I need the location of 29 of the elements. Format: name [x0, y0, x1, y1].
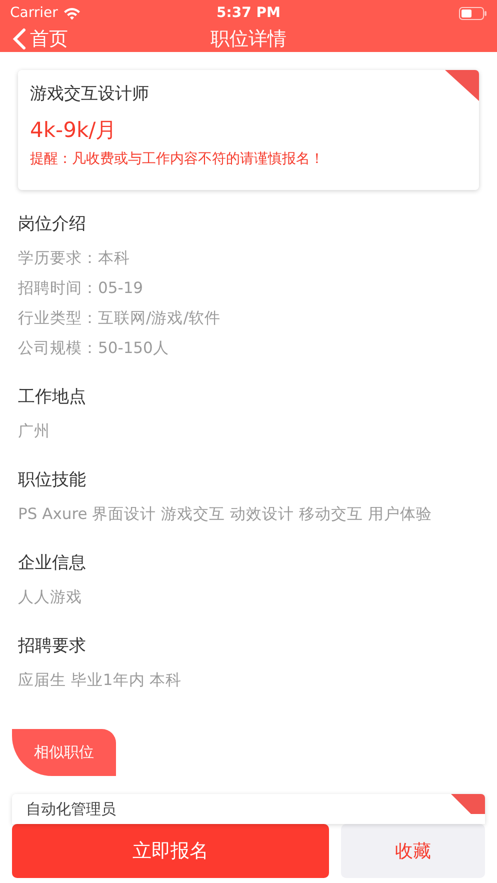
clock-time: 5:37 PM: [216, 5, 280, 21]
battery-icon: [459, 6, 487, 20]
back-button[interactable]: 首页: [12, 26, 68, 52]
corner-flag-icon: [451, 794, 485, 814]
page-title: 职位详情: [210, 27, 286, 52]
similar-job-card[interactable]: 自动化管理员: [12, 794, 485, 824]
detail-text: 公司规模：50-150人: [18, 338, 170, 359]
section-title: 工作地点: [18, 386, 87, 408]
wifi-icon: [62, 6, 81, 20]
back-chevron-icon: [12, 28, 26, 50]
detail-text: 招聘时间：05-19: [18, 278, 144, 299]
favorite-button[interactable]: 收藏: [341, 824, 485, 878]
detail-text: 应届生 毕业1年内 本科: [18, 670, 183, 691]
section-title: 职位技能: [18, 469, 87, 491]
warning-text: 提醒：凡收费或与工作内容不符的请谨慎报名！: [30, 150, 325, 168]
detail-text: 人人游戏: [18, 587, 83, 608]
detail-text: PS Axure 界面设计 游戏交互 动效设计 移动交互 用户体验: [18, 504, 433, 525]
section-title: 企业信息: [18, 552, 87, 574]
detail-text: 行业类型：互联网/游戏/软件: [18, 308, 222, 329]
job-title: 自动化管理员: [26, 800, 117, 819]
salary-text: 4k-9k/月: [30, 117, 118, 144]
detail-text: 学历要求：本科: [18, 248, 131, 269]
detail-text: 广州: [18, 421, 51, 442]
corner-flag-icon: [445, 70, 479, 101]
job-title: 游戏交互设计师: [30, 83, 150, 105]
section-title: 岗位介绍: [18, 213, 87, 235]
carrier-label: Carrier: [10, 5, 58, 21]
apply-button[interactable]: 立即报名: [12, 824, 329, 878]
section-title: 招聘要求: [18, 635, 87, 657]
